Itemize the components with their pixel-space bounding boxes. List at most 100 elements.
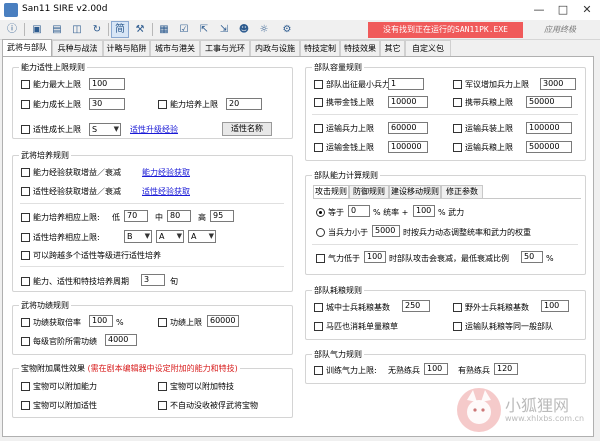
low-input[interactable]: 70	[124, 210, 148, 222]
exp-gain-link[interactable]: 能力经验获取	[142, 167, 190, 178]
cross-level-checkbox[interactable]	[21, 251, 30, 260]
exp-gain-checkbox[interactable]	[21, 168, 30, 177]
gold-checkbox[interactable]	[314, 98, 323, 107]
tab-works-auras[interactable]: 工事与光环	[200, 40, 250, 56]
merit-rate-checkbox[interactable]	[21, 318, 30, 327]
morale-decay-checkbox[interactable]	[316, 254, 325, 263]
transport-troops-input[interactable]: 60000	[388, 122, 428, 134]
food-checkbox[interactable]	[453, 98, 462, 107]
minimize-icon[interactable]: —	[528, 2, 550, 18]
tab-skill-effects[interactable]: 特技效果	[340, 40, 380, 56]
trained-input[interactable]: 120	[494, 363, 518, 375]
food-input[interactable]: 50000	[526, 96, 572, 108]
transport-food-input[interactable]: 500000	[526, 141, 572, 153]
load-icon[interactable]: ◫	[68, 21, 86, 38]
apt-gain-checkbox[interactable]	[21, 187, 30, 196]
max-limit-input[interactable]: 100	[89, 78, 125, 90]
tab-skill-custom[interactable]: 特技定制	[300, 40, 340, 56]
merit-cap-checkbox[interactable]	[158, 318, 167, 327]
dynamic-input[interactable]: 5000	[372, 225, 400, 237]
user-icon[interactable]: ☻	[235, 21, 253, 38]
transport-arms-input[interactable]: 100000	[526, 122, 572, 134]
min-troops-checkbox[interactable]	[314, 80, 323, 89]
settings-icon[interactable]: ⚙	[278, 21, 296, 38]
save-icon[interactable]: ▣	[28, 21, 46, 38]
treasure-apt-checkbox[interactable]	[21, 401, 30, 410]
subtab-defense[interactable]: 防御规则	[349, 185, 389, 198]
transport-food-checkbox[interactable]	[453, 143, 462, 152]
merit-rank-checkbox[interactable]	[21, 337, 30, 346]
train-cap-input[interactable]: 20	[226, 98, 262, 110]
high-input[interactable]: 95	[210, 210, 234, 222]
train-cap-checkbox[interactable]	[158, 100, 167, 109]
gold-input[interactable]: 10000	[388, 96, 428, 108]
eq-input[interactable]: 0	[348, 205, 370, 217]
field-consume-input[interactable]: 100	[541, 300, 569, 312]
tab-schemes-traps[interactable]: 计略与陷阱	[103, 40, 150, 56]
transport-gold-checkbox[interactable]	[314, 143, 323, 152]
grid-icon[interactable]: ▦	[155, 21, 173, 38]
reset-icon[interactable]: ↻	[88, 21, 106, 38]
apt-cap-select[interactable]: S ▼	[89, 123, 121, 136]
min-troops-input[interactable]: 1	[388, 78, 424, 90]
tab-other[interactable]: 其它	[380, 40, 405, 56]
untrained-input[interactable]: 100	[424, 363, 448, 375]
dynamic-radio[interactable]	[316, 228, 325, 237]
tab-arms-tactics[interactable]: 兵种与战法	[52, 40, 103, 56]
growth-cap-input[interactable]: 30	[89, 98, 125, 110]
transport-troops-checkbox[interactable]	[314, 124, 323, 133]
max-troops-input[interactable]: 3000	[540, 78, 576, 90]
morale-threshold-input[interactable]: 100	[364, 251, 386, 263]
import-icon[interactable]: ⇲	[215, 21, 233, 38]
apt-range-checkbox[interactable]	[21, 233, 30, 242]
apt-low-select[interactable]: B ▼	[124, 230, 152, 243]
field-consume-checkbox[interactable]	[453, 303, 462, 312]
group-icon[interactable]: ☼	[255, 21, 273, 38]
morale-cap-checkbox[interactable]	[314, 366, 323, 375]
tab-domestic-facilities[interactable]: 内政与设施	[250, 40, 300, 56]
subtab-build-move[interactable]: 建设移动规则	[389, 185, 441, 198]
save-as-icon[interactable]: ▤	[48, 21, 66, 38]
treasure-skill-checkbox[interactable]	[158, 382, 167, 391]
maximize-icon[interactable]: □	[552, 2, 574, 18]
morale-pct-input[interactable]: 50	[521, 251, 543, 263]
apt-name-button[interactable]: 适性名称	[222, 122, 272, 136]
transport-consume-checkbox[interactable]	[453, 322, 462, 331]
merit-cap-input[interactable]: 60000	[207, 315, 239, 327]
apply-icon[interactable]: ☑	[175, 21, 193, 38]
apt-high-select[interactable]: A ▼	[188, 230, 216, 243]
subtab-attack[interactable]: 攻击规则	[313, 185, 349, 198]
subtab-correction[interactable]: 修正参数	[441, 185, 483, 198]
max-limit-checkbox[interactable]	[21, 80, 30, 89]
simplified-chinese-icon[interactable]: 简	[111, 21, 129, 38]
apt-gain-link[interactable]: 适性经验获取	[142, 186, 190, 197]
eq-input-2[interactable]: 100	[413, 205, 435, 217]
apt-exp-link[interactable]: 适性升级经验	[130, 124, 178, 135]
cycle-checkbox[interactable]	[21, 277, 30, 286]
merit-rank-input[interactable]: 4000	[105, 334, 137, 346]
city-consume-input[interactable]: 250	[402, 300, 430, 312]
info-icon[interactable]: ⓘ	[3, 21, 21, 38]
growth-cap-checkbox[interactable]	[21, 100, 30, 109]
max-troops-checkbox[interactable]	[453, 80, 462, 89]
merit-rate-input[interactable]: 100	[89, 315, 113, 327]
range-checkbox[interactable]	[21, 213, 30, 222]
close-icon[interactable]: ✕	[576, 2, 598, 18]
treasure-ability-checkbox[interactable]	[21, 382, 30, 391]
tools-icon[interactable]: ⚒	[131, 21, 149, 38]
cycle-input[interactable]: 3	[141, 274, 165, 286]
transport-arms-checkbox[interactable]	[453, 124, 462, 133]
mid-input[interactable]: 80	[167, 210, 191, 222]
tab-custom-pack[interactable]: 自定义包	[405, 40, 451, 56]
transport-gold-label: 运输金钱上限	[326, 143, 374, 152]
city-consume-checkbox[interactable]	[314, 303, 323, 312]
no-drop-checkbox[interactable]	[158, 401, 167, 410]
transport-gold-input[interactable]: 100000	[388, 141, 428, 153]
apt-cap-checkbox[interactable]	[21, 125, 30, 134]
tab-officers-units[interactable]: 武将与部队	[2, 39, 52, 56]
formula-radio[interactable]	[316, 208, 325, 217]
tab-cities-ports[interactable]: 城市与港关	[150, 40, 200, 56]
export-icon[interactable]: ⇱	[195, 21, 213, 38]
horse-consume-checkbox[interactable]	[314, 322, 323, 331]
apt-mid-select[interactable]: A ▼	[156, 230, 184, 243]
